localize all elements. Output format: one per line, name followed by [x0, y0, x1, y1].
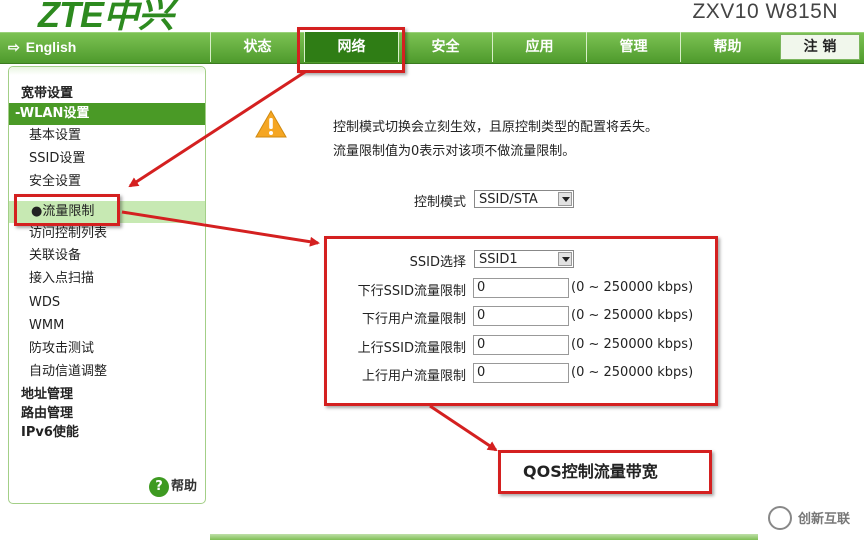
- annotation-arrows: [121, 70, 498, 452]
- arrow-network-to-sidebar: [128, 70, 306, 188]
- watermark: 创新互联: [768, 500, 864, 540]
- arrow-sidebar-to-form: [121, 210, 320, 247]
- watermark-logo-icon: [768, 506, 792, 530]
- qos-callout: QOS控制流量带宽: [498, 450, 712, 494]
- arrow-form-to-callout: [429, 404, 498, 452]
- content-bottom-bar: [210, 534, 758, 540]
- watermark-text: 创新互联: [798, 512, 851, 527]
